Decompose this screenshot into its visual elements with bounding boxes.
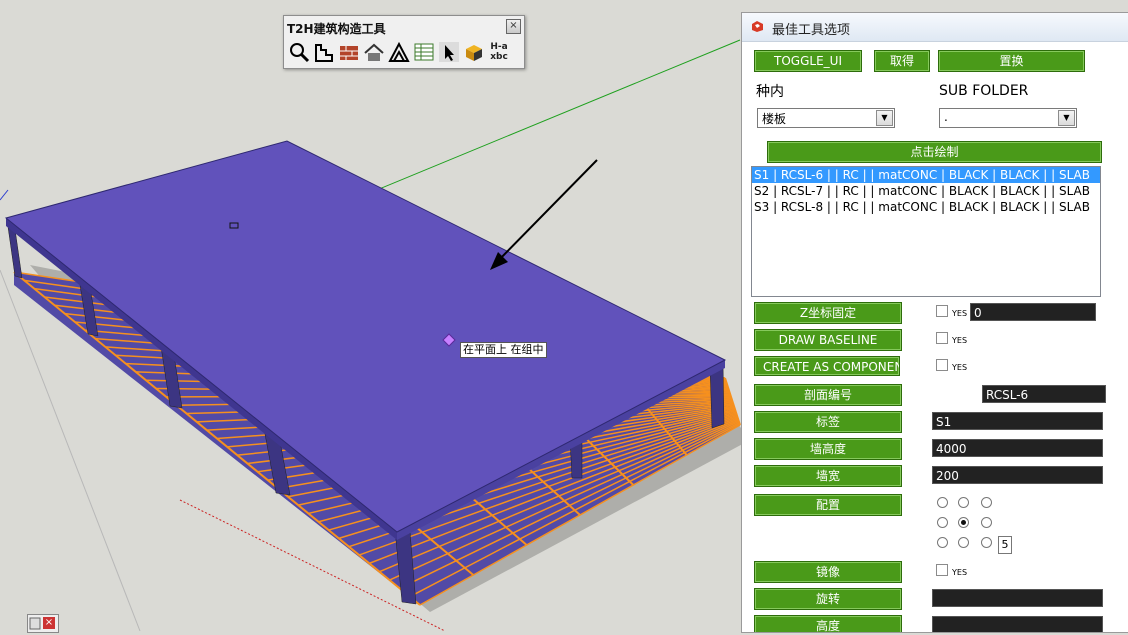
replace-button[interactable]: 置换 bbox=[938, 50, 1085, 72]
magnifier-icon[interactable] bbox=[287, 40, 311, 64]
placement-button[interactable]: 配置 bbox=[754, 494, 902, 516]
mirror-yes-label: YES bbox=[952, 568, 968, 577]
t2h-toolbar[interactable]: T2H建筑构造工具 × H-a xbc bbox=[283, 15, 525, 69]
slab-type-list[interactable]: S1 | RCSL-6 | | RC | | matCONC | BLACK |… bbox=[751, 166, 1101, 297]
click-draw-button[interactable]: 点击绘制 bbox=[767, 141, 1102, 163]
category-select-value: 楼板 bbox=[762, 112, 787, 126]
dialog-titlebar[interactable]: 最佳工具选项 bbox=[742, 13, 1128, 42]
draw-baseline-checkbox[interactable] bbox=[936, 332, 948, 344]
draw-baseline-yes-label: YES bbox=[952, 336, 968, 345]
table-icon[interactable] bbox=[412, 40, 436, 64]
create-component-yes-label: YES bbox=[952, 363, 968, 372]
z-value-input[interactable]: 0 bbox=[970, 303, 1096, 321]
list-item[interactable]: S2 | RCSL-7 | | RC | | matCONC | BLACK |… bbox=[752, 183, 1100, 199]
placement-radio-bottom-right[interactable] bbox=[981, 537, 992, 548]
box-icon[interactable] bbox=[462, 40, 486, 64]
list-item[interactable]: S1 | RCSL-6 | | RC | | matCONC | BLACK |… bbox=[752, 167, 1100, 183]
get-button[interactable]: 取得 bbox=[874, 50, 930, 72]
subfolder-label: SUB FOLDER bbox=[939, 83, 1029, 99]
placement-radio-bottom-left[interactable] bbox=[937, 537, 948, 548]
toolbar-close-button[interactable]: × bbox=[506, 19, 521, 34]
inference-tooltip: 在平面上 在组中 bbox=[460, 342, 547, 358]
mirror-button[interactable]: 镜像 bbox=[754, 561, 902, 583]
placement-count-input[interactable]: 5 bbox=[998, 536, 1012, 554]
roof-icon[interactable] bbox=[362, 40, 386, 64]
rotate-button[interactable]: 旋转 bbox=[754, 588, 902, 610]
sketchup-logo-icon bbox=[752, 21, 763, 32]
height-button[interactable]: 高度 bbox=[754, 615, 902, 632]
tag-button[interactable]: 标签 bbox=[754, 411, 902, 433]
chevron-down-icon[interactable]: ▼ bbox=[1058, 110, 1075, 126]
create-component-button[interactable]: CREATE AS COMPONENT bbox=[754, 356, 900, 376]
close-icon[interactable]: × bbox=[43, 617, 55, 629]
wall-width-button[interactable]: 墙宽 bbox=[754, 465, 902, 487]
placement-radio-top-left[interactable] bbox=[937, 497, 948, 508]
placement-radio-top-right[interactable] bbox=[981, 497, 992, 508]
cursor-icon[interactable] bbox=[437, 40, 461, 64]
placement-radio-center[interactable] bbox=[958, 517, 969, 528]
subfolder-select[interactable]: . ▼ bbox=[939, 108, 1077, 128]
blue-axis bbox=[0, 189, 9, 201]
category-select[interactable]: 楼板 ▼ bbox=[757, 108, 895, 128]
subfolder-select-value: . bbox=[944, 110, 948, 124]
draw-baseline-button[interactable]: DRAW BASELINE bbox=[754, 329, 902, 351]
category-label: 种内 bbox=[756, 84, 784, 100]
placement-radio-middle-right[interactable] bbox=[981, 517, 992, 528]
dialog-title: 最佳工具选项 bbox=[772, 23, 851, 38]
z-fixed-checkbox[interactable] bbox=[936, 305, 948, 317]
mini-toolbar[interactable]: × bbox=[27, 614, 59, 633]
placement-radio-bottom-center[interactable] bbox=[958, 537, 969, 548]
hxbc-label-top: H-a bbox=[490, 42, 508, 52]
wall-width-input[interactable]: 200 bbox=[932, 466, 1103, 484]
placement-radio-top-center[interactable] bbox=[958, 497, 969, 508]
mirror-checkbox[interactable] bbox=[936, 564, 948, 576]
stair-icon[interactable] bbox=[312, 40, 336, 64]
wall-height-input[interactable]: 4000 bbox=[932, 439, 1103, 457]
create-component-checkbox[interactable] bbox=[936, 359, 948, 371]
section-number-button[interactable]: 剖面编号 bbox=[754, 384, 902, 406]
wall-height-button[interactable]: 墙高度 bbox=[754, 438, 902, 460]
list-item[interactable]: S3 | RCSL-8 | | RC | | matCONC | BLACK |… bbox=[752, 199, 1100, 215]
hxbc-label-bottom: xbc bbox=[490, 52, 508, 62]
height-input[interactable] bbox=[932, 616, 1103, 632]
z-fixed-button[interactable]: Z坐标固定 bbox=[754, 302, 902, 324]
best-tool-options-dialog[interactable]: 最佳工具选项 TOGGLE_UI 取得 置换 种内 SUB FOLDER 楼板 … bbox=[741, 12, 1128, 633]
placement-radio-middle-left[interactable] bbox=[937, 517, 948, 528]
section-number-input[interactable]: RCSL-6 bbox=[982, 385, 1106, 403]
truss-icon[interactable] bbox=[387, 40, 411, 64]
brick-wall-icon[interactable] bbox=[337, 40, 361, 64]
rotate-input[interactable] bbox=[932, 589, 1103, 607]
hxbc-button[interactable]: H-a xbc bbox=[487, 40, 511, 64]
z-fixed-yes-label: YES bbox=[952, 309, 968, 318]
tag-input[interactable]: S1 bbox=[932, 412, 1103, 430]
toggle-ui-button[interactable]: TOGGLE_UI bbox=[754, 50, 862, 72]
toolbar-title: T2H建筑构造工具 bbox=[287, 22, 386, 36]
arrow-annotation bbox=[492, 159, 598, 267]
chevron-down-icon[interactable]: ▼ bbox=[876, 110, 893, 126]
